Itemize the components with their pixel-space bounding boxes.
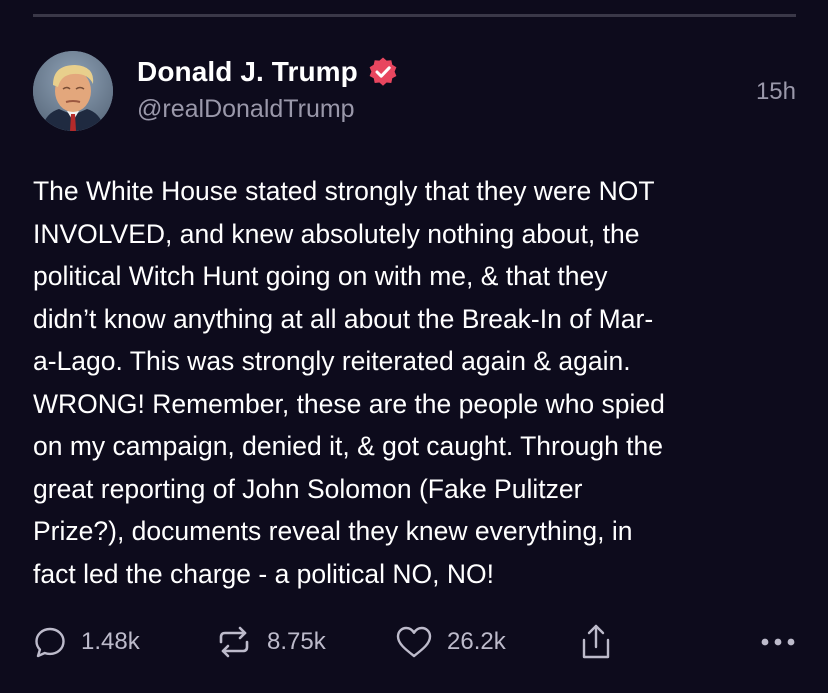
like-count: 26.2k bbox=[447, 628, 506, 655]
reply-count: 1.48k bbox=[81, 628, 140, 655]
share-button[interactable] bbox=[581, 620, 611, 664]
post-text: The White House stated strongly that the… bbox=[33, 176, 665, 589]
reply-button[interactable]: 1.48k bbox=[33, 620, 140, 664]
speech-bubble-icon bbox=[35, 627, 65, 658]
repost-count: 8.75k bbox=[267, 628, 326, 655]
repost-button[interactable]: 8.75k bbox=[215, 620, 326, 664]
repost-arrows-icon bbox=[219, 626, 249, 658]
top-divider bbox=[33, 14, 796, 17]
avatar-image bbox=[33, 51, 113, 131]
handle[interactable]: @realDonaldTrump bbox=[137, 95, 355, 124]
timestamp[interactable]: 15h bbox=[756, 78, 796, 106]
post-header: Donald J. Trump @realDonaldTrump 15h bbox=[33, 51, 796, 131]
like-button[interactable]: 26.2k bbox=[395, 620, 506, 664]
display-name[interactable]: Donald J. Trump bbox=[137, 56, 358, 88]
display-name-row: Donald J. Trump bbox=[137, 54, 399, 90]
more-options-button[interactable] bbox=[760, 620, 796, 664]
ellipsis-icon bbox=[761, 638, 795, 646]
share-upload-icon bbox=[582, 624, 610, 659]
heart-icon bbox=[396, 626, 432, 658]
action-bar: 1.48k 8.75k 26.2k bbox=[33, 620, 796, 664]
verified-badge-icon bbox=[369, 57, 397, 86]
avatar[interactable] bbox=[33, 51, 113, 131]
